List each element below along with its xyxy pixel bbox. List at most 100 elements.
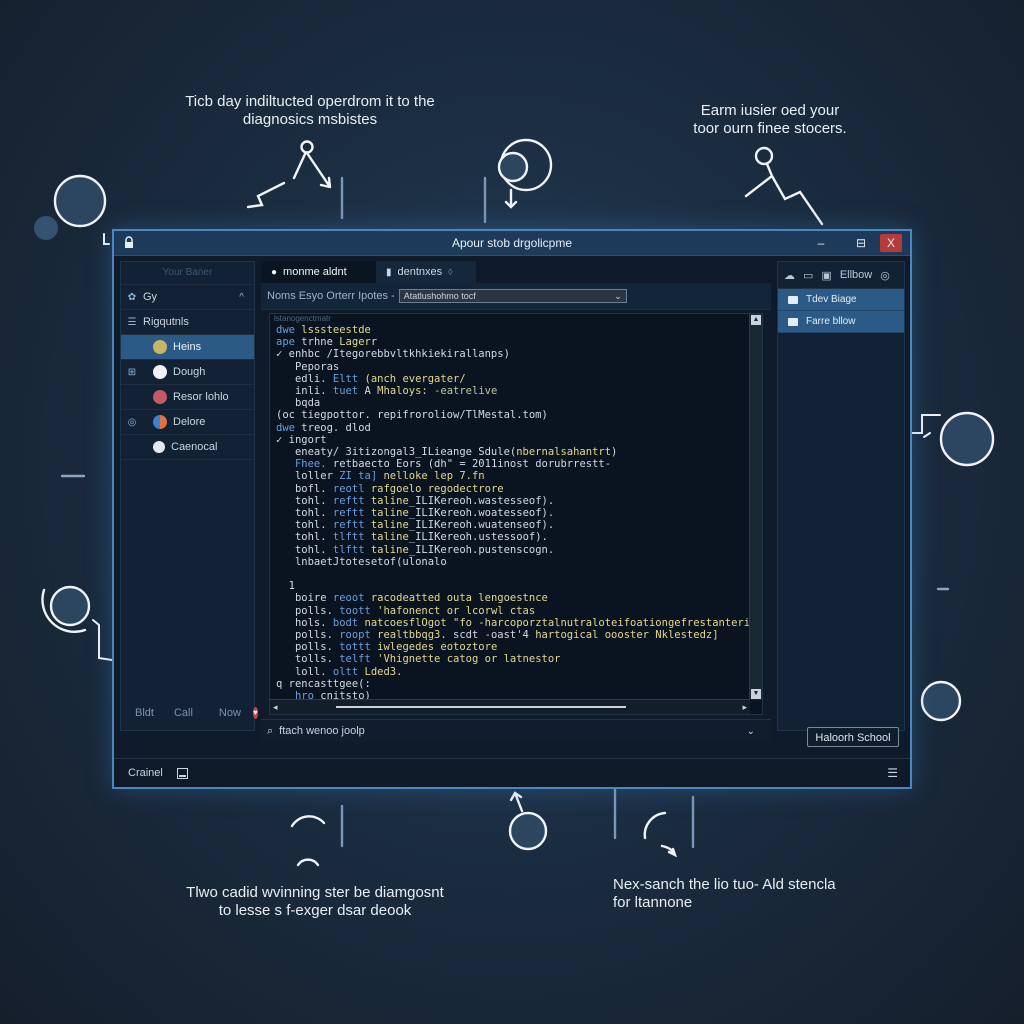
code-keyword: Eltt xyxy=(332,372,365,385)
caption-bottom-left: Tlwo cadid wvinning ster be diamgosnt to… xyxy=(170,884,460,920)
image-icon[interactable]: ▣ xyxy=(821,269,831,282)
maximize-button[interactable]: ⊟ xyxy=(850,234,872,252)
action-button[interactable]: Haloorh School xyxy=(807,727,899,747)
sidebar-item-gy[interactable]: ✿ Gy ^ xyxy=(121,284,254,309)
footer-link-now[interactable]: Now xyxy=(219,707,241,719)
code-editor[interactable]: lstanogenctmatr dwe lsssteestde ape trhne… xyxy=(269,313,763,715)
chevron-down-icon[interactable]: ⌄ xyxy=(747,726,755,737)
code-keyword: tlftt xyxy=(332,543,371,556)
search-bar[interactable]: ⌕ ftach wenoo joolp ⌄ xyxy=(261,719,771,742)
code-line[interactable]: polls. roopt realtbbqg3. scdt -oast'4 ha… xyxy=(276,629,746,641)
breadcrumb[interactable]: Noms Esyo Orterr Ipotes - xyxy=(267,290,395,302)
code-line[interactable]: tohl. tlftt taline_ILIKereoh.pustenscogn… xyxy=(276,544,746,556)
tab-dentnxes[interactable]: ▮ dentnxes ◊ xyxy=(376,261,476,283)
code-string: taline xyxy=(370,531,409,544)
code-line[interactable]: bqda xyxy=(276,397,746,409)
horizontal-scrollbar[interactable]: ◂ ▸ xyxy=(270,699,750,714)
sidebar-item-rigqutnls[interactable]: ☰ Rigqutnls xyxy=(121,309,254,334)
editor-toolbar: Noms Esyo Orterr Ipotes - Atatlushohmo t… xyxy=(261,283,771,310)
cloud-icon[interactable]: ☁ xyxy=(784,269,795,282)
target-select[interactable]: Atatlushohmo tocf ⌄ xyxy=(398,289,627,303)
scroll-up-icon[interactable]: ▲ xyxy=(751,315,761,325)
right-panel-toolbar: ☁ ▭ ▣ Ellbow ◎ xyxy=(778,262,904,289)
code-keyword: oltt xyxy=(332,665,365,678)
code-line[interactable]: bofl. reotl rafgoelo regodectrore xyxy=(276,483,746,495)
code-line[interactable]: tohl. reftt taline_ILIKereoh.woatesseof)… xyxy=(276,507,746,519)
code-token: _ILIKereoh.ustessoof). xyxy=(408,531,548,544)
code-keyword: reftt xyxy=(332,507,371,520)
code-line[interactable]: (oc tiegpottor. repifroroliow/TlMestal.t… xyxy=(276,409,746,421)
tab-options-icon[interactable]: ◊ xyxy=(448,267,452,277)
code-token: loller xyxy=(276,470,340,483)
check-circle-icon[interactable]: ◎ xyxy=(880,269,890,282)
menu-icon[interactable]: ☰ xyxy=(887,766,898,780)
sidebar: Your Baner ✿ Gy ^ ☰ Rigqutnls Heins ⊞ Do… xyxy=(120,261,258,731)
code-string: nbernalsahantrt xyxy=(516,446,612,459)
scrollbar-thumb[interactable] xyxy=(336,706,626,708)
code-content[interactable]: dwe lsssteestde ape trhne Lagerr ✓ enhbc /… xyxy=(276,324,762,714)
code-line[interactable]: q rencasttgee(: xyxy=(276,678,746,690)
code-line[interactable]: loller ZI ta] nelloke lep 7.fn xyxy=(276,470,746,482)
window-icon[interactable]: ▭ xyxy=(803,269,813,282)
code-string: iwlegedes eotoztore xyxy=(377,641,498,654)
footer-link-bldt[interactable]: Bldt xyxy=(135,707,154,719)
code-token: _ILIKereoh.woatesseof). xyxy=(408,507,555,520)
code-string: taline xyxy=(370,494,409,507)
code-line[interactable]: ✓ ingort xyxy=(276,434,746,446)
vertical-scrollbar[interactable]: ▲ ▼ xyxy=(749,314,762,700)
tab-bar: ● monme aldnt ▮ dentnxes ◊ xyxy=(261,261,771,283)
code-line[interactable]: polls. toott 'hafonenct or lcorwl ctas xyxy=(276,605,746,617)
panel-toggle-icon[interactable] xyxy=(176,767,188,779)
panel-item-tdev-biage[interactable]: Tdev Biage xyxy=(778,289,904,311)
code-line[interactable]: tohl. tlftt taline_ILIKereoh.ustessoof). xyxy=(276,531,746,543)
sidebar-item-resor-lohlo[interactable]: Resor lohlo xyxy=(121,384,254,409)
code-line[interactable]: polls. tottt iwlegedes eotoztore xyxy=(276,641,746,653)
app-window: Apour stob drgolicpme ‒ ⊟ X Your Baner ✿… xyxy=(112,229,912,789)
zigzag-icon xyxy=(246,181,286,209)
network-icon: ◎ xyxy=(127,416,137,428)
code-line[interactable]: Fhee. retbaecto Eors (dh" = 2011inost do… xyxy=(276,458,746,470)
code-token: polls. xyxy=(276,641,340,654)
caption-line: Earm iusier oed your xyxy=(700,102,840,119)
sidebar-item-heins[interactable]: Heins xyxy=(121,334,254,359)
code-line[interactable]: hols. bodt natcoesflOgot "fo -harcoporzt… xyxy=(276,617,762,629)
code-line[interactable] xyxy=(276,568,746,580)
search-input[interactable]: ftach wenoo joolp xyxy=(279,725,365,737)
code-token: scdt -oast'4 xyxy=(453,629,536,642)
code-line[interactable]: dwe lsssteestde xyxy=(276,324,746,336)
code-line[interactable]: tohl. reftt taline_ILIKereoh.wuatenseof)… xyxy=(276,519,746,531)
code-line[interactable]: ape trhne Lagerr xyxy=(276,336,746,348)
title-bar[interactable]: Apour stob drgolicpme ‒ ⊟ X xyxy=(114,231,910,256)
sidebar-item-delore[interactable]: ◎ Delore xyxy=(121,409,254,434)
code-line[interactable]: lnbaetJtotesetof(ulonalo xyxy=(276,556,746,568)
code-line[interactable]: Peporas xyxy=(276,361,746,373)
tab-monme-aldnt[interactable]: ● monme aldnt xyxy=(261,261,376,283)
sidebar-item-caenocal[interactable]: Caenocal xyxy=(121,434,254,460)
code-line[interactable]: eneaty/ 3itizongal3_ILieange Sdule(nbern… xyxy=(276,446,746,458)
code-line[interactable]: tohl. reftt taline_ILIKereoh.wastesseof)… xyxy=(276,495,746,507)
chevron-up-icon[interactable]: ^ xyxy=(239,292,244,303)
scroll-left-icon[interactable]: ◂ xyxy=(273,702,278,713)
scroll-right-icon[interactable]: ▸ xyxy=(742,702,747,713)
code-line[interactable]: edli. Eltt (anch evergater/ xyxy=(276,373,746,385)
code-string: natcoesflOgot "fo -harcoporztalnutralote… xyxy=(364,616,763,629)
circle-icon xyxy=(49,585,91,627)
sidebar-item-dough[interactable]: ⊞ Dough xyxy=(121,359,254,384)
code-line[interactable]: loll. oltt Lded3. xyxy=(276,666,746,678)
code-line[interactable]: inli. tuet A Mhaloys: -eatrelive xyxy=(276,385,746,397)
code-line[interactable]: ✓ enhbc /Itegorebbvltkhkiekirallanps) xyxy=(276,348,746,360)
code-line[interactable]: boire reoot racodeatted outa lengoestnce xyxy=(276,592,746,604)
heart-icon[interactable]: ♥ xyxy=(252,707,258,719)
footer-link-call[interactable]: Call xyxy=(174,707,193,719)
minimize-button[interactable]: ‒ xyxy=(810,234,832,252)
code-line[interactable]: dwe treog. dlod xyxy=(276,422,746,434)
scroll-down-icon[interactable]: ▼ xyxy=(751,689,761,699)
close-button[interactable]: X xyxy=(880,234,902,252)
code-line[interactable]: tolls. telft 'Vhignette catog or latnest… xyxy=(276,653,746,665)
running-figure-icon xyxy=(744,162,824,226)
code-line[interactable]: 1 xyxy=(276,580,746,592)
code-token: treog. dlod xyxy=(301,421,371,434)
sidebar-item-label: Delore xyxy=(173,416,206,428)
code-token: bqda xyxy=(276,397,321,410)
panel-item-farre-bllow[interactable]: Farre bllow xyxy=(778,311,904,333)
